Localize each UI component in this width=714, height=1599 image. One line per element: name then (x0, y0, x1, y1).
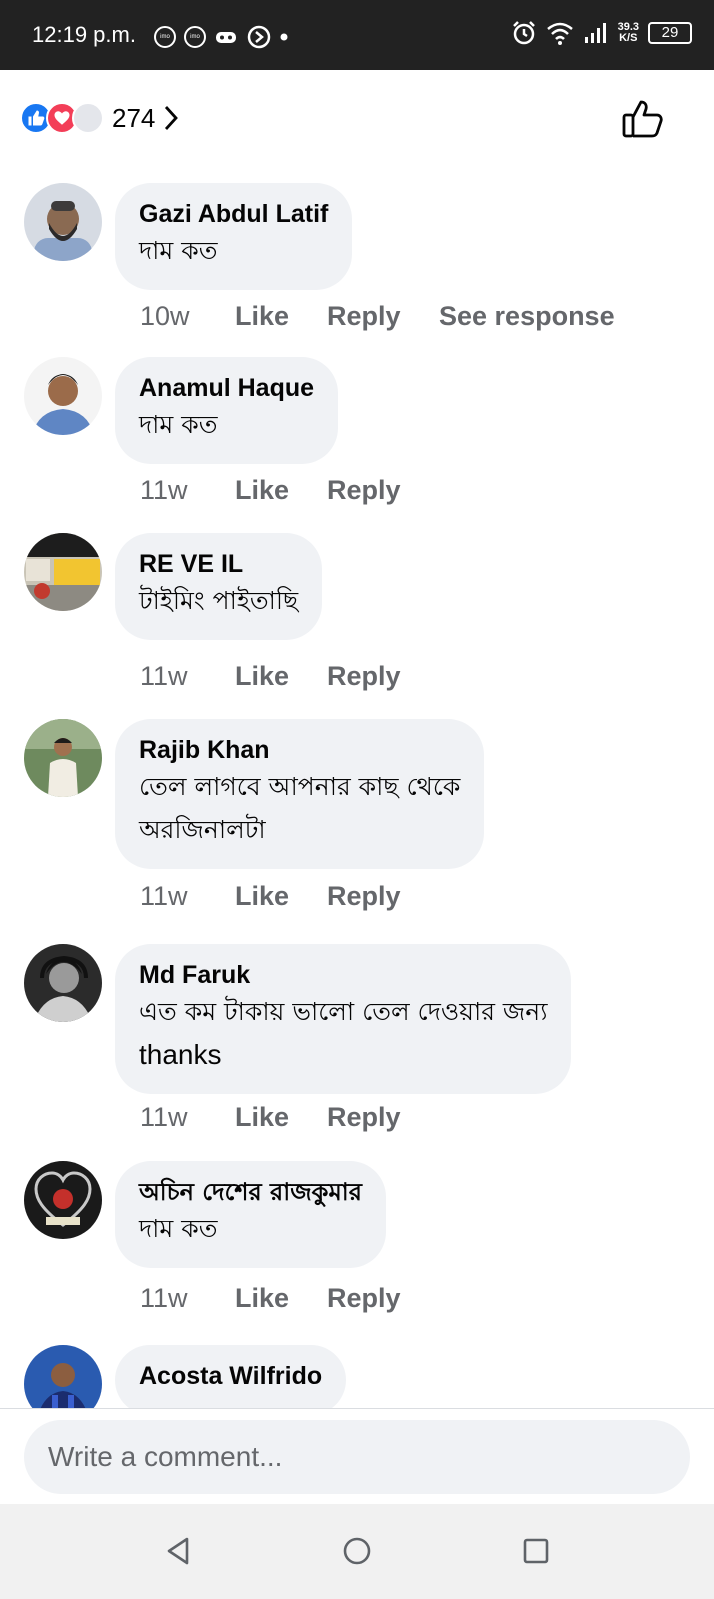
reply-link[interactable]: Reply (327, 475, 439, 506)
like-link[interactable]: Like (235, 1102, 327, 1133)
commenter-name[interactable]: Md Faruk (139, 960, 547, 990)
chevron-right-icon (165, 106, 179, 130)
comment-bubble[interactable]: Acosta Wilfrido (115, 1345, 347, 1415)
comment-actions: 11w Like Reply (140, 661, 439, 692)
like-link[interactable]: Like (235, 1283, 327, 1314)
reply-link[interactable]: Reply (327, 661, 439, 692)
comment-bubble[interactable]: Anamul Haque দাম কত (115, 357, 339, 464)
comment-timestamp[interactable]: 11w (140, 881, 235, 912)
comment-actions: 11w Like Reply (140, 1283, 439, 1314)
reaction-count: 274 (112, 102, 156, 133)
like-link[interactable]: Like (235, 661, 327, 692)
comment-bubble[interactable]: Rajib Khan তেল লাগবে আপনার কাছ থেকে অরজি… (115, 719, 485, 869)
reply-link[interactable]: Reply (327, 1102, 439, 1133)
like-link[interactable]: Like (235, 301, 327, 332)
battery-icon: 29 (648, 22, 692, 44)
comment-text: দাম কত (139, 1214, 218, 1243)
comment-actions: 11w Like Reply (140, 475, 439, 506)
comment-timestamp[interactable]: 10w (140, 301, 235, 332)
comment-actions: 11w Like Reply (140, 1102, 439, 1133)
wifi-icon (546, 22, 573, 45)
like-link[interactable]: Like (235, 881, 327, 912)
back-icon[interactable] (163, 1536, 193, 1566)
reply-link[interactable]: Reply (327, 881, 439, 912)
comment-bubble[interactable]: RE VE IL টাইমিং পাইতাছি (115, 533, 323, 640)
game-icon (216, 32, 236, 43)
comment-timestamp[interactable]: 11w (140, 1102, 235, 1133)
see-response-link[interactable]: See response (439, 301, 615, 332)
comment-input[interactable] (24, 1420, 690, 1494)
status-time: 12:19 p.m. (32, 22, 136, 47)
avatar[interactable] (24, 944, 102, 1022)
comment-timestamp[interactable]: 11w (140, 475, 235, 506)
avatar[interactable] (24, 719, 102, 797)
reply-link[interactable]: Reply (327, 1283, 439, 1314)
commenter-name[interactable]: Gazi Abdul Latif (139, 199, 328, 229)
reaction-placeholder-icon (72, 102, 104, 134)
signal-icon (584, 23, 606, 43)
notification-icons: imo imo (154, 24, 288, 50)
alarm-icon (512, 21, 535, 45)
comment-bubble[interactable]: Md Faruk এত কম টাকায় ভালো তেল দেওয়ার জ… (115, 944, 572, 1094)
comment-text: দাম কত (139, 410, 218, 439)
imo-icon: imo (184, 26, 206, 48)
reply-link[interactable]: Reply (327, 301, 439, 332)
commenter-name[interactable]: Rajib Khan (139, 735, 460, 765)
comment-timestamp[interactable]: 11w (140, 661, 235, 692)
comment-text: অরজিনালটা (139, 815, 266, 844)
dot-icon (280, 33, 288, 41)
status-right: 39.3 K/S 29 (511, 20, 692, 46)
avatar[interactable] (24, 357, 102, 435)
comment-text: thanks (139, 1039, 222, 1070)
comment-actions: 11w Like Reply (140, 881, 439, 912)
comment-bubble[interactable]: অচিন দেশের রাজকুমার দাম কত (115, 1161, 386, 1268)
network-speed: 39.3 K/S (617, 21, 639, 44)
comment-text: এত কম টাকায় ভালো তেল দেওয়ার জন্য (139, 997, 548, 1026)
sync-icon (247, 25, 271, 49)
comment-actions: 10w Like Reply See response (140, 301, 615, 332)
recents-icon[interactable] (521, 1536, 551, 1566)
commenter-name[interactable]: Acosta Wilfrido (139, 1361, 322, 1391)
thumbs-up-icon[interactable] (622, 98, 664, 140)
avatar[interactable] (24, 533, 102, 611)
commenter-name[interactable]: Anamul Haque (139, 373, 314, 403)
comment-composer (0, 1408, 714, 1504)
comment-bubble[interactable]: Gazi Abdul Latif দাম কত (115, 183, 353, 290)
comment-text: তেল লাগবে আপনার কাছ থেকে (139, 772, 461, 801)
comment-timestamp[interactable]: 11w (140, 1283, 235, 1314)
avatar[interactable] (24, 1161, 102, 1239)
commenter-name[interactable]: অচিন দেশের রাজকুমার (139, 1177, 362, 1207)
home-icon[interactable] (342, 1536, 372, 1566)
status-bar: 12:19 p.m. imo imo 39.3 K/S 29 (0, 0, 714, 70)
commenter-name[interactable]: RE VE IL (139, 549, 298, 579)
comment-text: দাম কত (139, 236, 218, 265)
comment-text: টাইমিং পাইতাছি (139, 586, 299, 615)
imo-icon: imo (154, 26, 176, 48)
navigation-bar (0, 1504, 714, 1599)
like-link[interactable]: Like (235, 475, 327, 506)
reaction-summary[interactable]: 274 (20, 98, 179, 138)
avatar[interactable] (24, 183, 102, 261)
